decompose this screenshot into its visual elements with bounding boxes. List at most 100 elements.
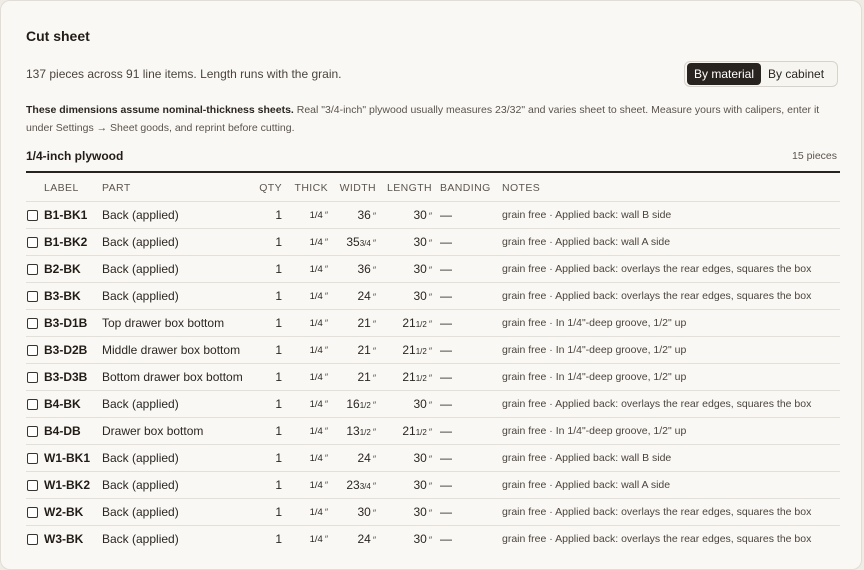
row-width-whole: 21 [357,343,371,357]
cut-checkbox[interactable] [27,533,38,545]
row-label: B4-DB [44,417,102,445]
row-part: Back (applied) [102,525,252,552]
row-width-whole: 36 [357,262,371,276]
row-length-whole: 30 [413,397,427,411]
row-notes: grain free · Applied back: overlays the … [502,498,840,526]
cut-checkbox[interactable] [27,344,38,356]
row-width: 21 ″ [328,309,376,337]
row-part: Back (applied) [102,201,252,229]
row-qty: 1 [252,228,282,256]
row-width-whole: 35 [346,235,360,249]
row-label: B1-BK2 [44,228,102,256]
row-length-whole: 21 [402,370,416,384]
cut-checkbox[interactable] [27,506,38,518]
cut-table: LABEL PART QTY THICK WIDTH LENGTH BANDIN… [26,175,840,552]
row-qty: 1 [252,471,282,499]
cut-checkbox[interactable] [27,479,38,491]
inch-mark: ″ [428,535,432,545]
row-width-whole: 21 [357,316,371,330]
cut-checkbox[interactable] [27,290,38,302]
row-banding: — [440,228,502,256]
cut-checkbox[interactable] [27,209,38,221]
row-thick-value: 1/4 [309,317,323,329]
row-width-whole: 24 [357,532,371,546]
table-row: B3-D2B Middle drawer box bottom 1 1/4 ″ 21 ″ 21… [26,336,840,364]
row-width-fraction: 1/2 [359,401,371,410]
row-length: 211/2 ″ [376,363,432,391]
row-banding: — [440,201,502,229]
row-width: 24 ″ [328,282,376,310]
col-qty: QTY [259,182,282,194]
row-thick: 1/4 ″ [282,525,328,552]
row-banding: — [440,525,502,552]
inch-mark: ″ [324,398,328,409]
row-length-fraction: 1/2 [415,320,427,329]
row-length: 30 ″ [376,201,432,229]
row-thick-value: 1/4 [309,290,323,302]
row-length-whole: 21 [402,424,416,438]
cut-checkbox[interactable] [27,452,38,464]
cut-checkbox[interactable] [27,398,38,410]
row-thick: 1/4 ″ [282,498,328,526]
inch-mark: ″ [324,479,328,490]
row-thick: 1/4 ″ [282,255,328,283]
row-label: B3-BK [44,282,102,310]
inch-mark: ″ [428,400,432,410]
cut-checkbox[interactable] [27,371,38,383]
table-row: W2-BK Back (applied) 1 1/4 ″ 30 ″ 30 ″ — grain fre… [26,498,840,526]
row-part: Back (applied) [102,228,252,256]
row-width-whole: 30 [357,505,371,519]
inch-mark: ″ [324,317,328,328]
row-notes: grain free · Applied back: overlays the … [502,525,840,552]
row-length-whole: 30 [413,505,427,519]
row-thick: 1/4 ″ [282,228,328,256]
row-width: 36 ″ [328,201,376,229]
row-label: B2-BK [44,255,102,283]
row-notes: grain free · In 1/4"-deep groove, 1/2" u… [502,336,840,364]
view-toggle: By material By cabinet [684,61,838,87]
row-width-fraction: 3/4 [359,239,371,248]
toggle-by-cabinet[interactable]: By cabinet [761,63,831,85]
row-qty: 1 [252,363,282,391]
cut-checkbox[interactable] [27,425,38,437]
table-row: W1-BK2 Back (applied) 1 1/4 ″ 233/4 ″ 30 ″ — grain… [26,471,840,499]
row-thick-value: 1/4 [309,533,323,545]
thickness-note: These dimensions assume nominal-thicknes… [26,101,841,137]
row-label: B3-D3B [44,363,102,391]
row-thick-value: 1/4 [309,452,323,464]
row-thick-value: 1/4 [309,344,323,356]
inch-mark: ″ [372,292,376,302]
row-width: 131/2 ″ [328,417,376,445]
inch-mark: ″ [428,508,432,518]
inch-mark: ″ [324,533,328,544]
row-banding: — [440,471,502,499]
row-qty: 1 [252,444,282,472]
section-divider [26,171,840,173]
inch-mark: ″ [372,373,376,383]
row-thick: 1/4 ″ [282,309,328,337]
row-part: Back (applied) [102,444,252,472]
row-part: Top drawer box bottom [102,309,252,337]
row-notes: grain free · Applied back: wall A side [502,228,840,256]
section-count: 15 pieces [792,150,837,162]
row-part: Back (applied) [102,255,252,283]
row-label: W3-BK [44,525,102,552]
row-notes: grain free · Applied back: wall B side [502,201,840,229]
inch-mark: ″ [372,454,376,464]
row-width-whole: 24 [357,289,371,303]
cut-sheet-panel: Cut sheet 137 pieces across 91 line item… [0,0,862,570]
row-part: Back (applied) [102,498,252,526]
inch-mark: ″ [372,535,376,545]
row-qty: 1 [252,390,282,418]
cut-checkbox[interactable] [27,317,38,329]
cut-checkbox[interactable] [27,236,38,248]
toggle-by-material[interactable]: By material [687,63,762,85]
table-row: B4-BK Back (applied) 1 1/4 ″ 161/2 ″ 30 ″ — grain … [26,390,840,418]
row-length-fraction: 1/2 [415,347,427,356]
row-width-fraction: 3/4 [359,482,371,491]
row-thick: 1/4 ″ [282,444,328,472]
row-length-whole: 30 [413,532,427,546]
cut-checkbox[interactable] [27,263,38,275]
col-width: WIDTH [339,182,376,194]
row-length: 30 ″ [376,390,432,418]
